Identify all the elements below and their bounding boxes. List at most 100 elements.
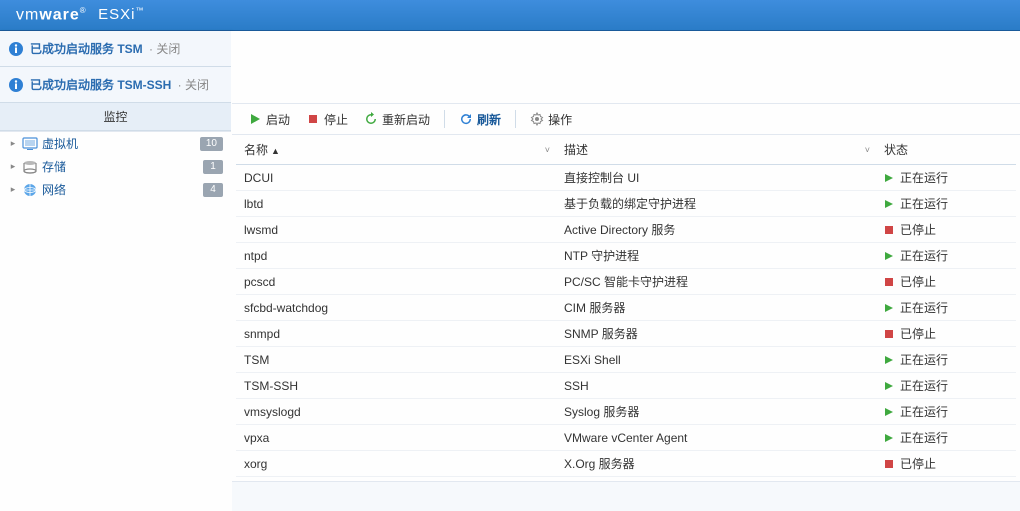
cell-name: sfcbd-watchdog	[236, 295, 556, 321]
count-badge: 1	[203, 160, 223, 174]
toolbar-separator	[444, 110, 445, 128]
toolbar-separator	[515, 110, 516, 128]
play-icon	[884, 173, 894, 183]
table-row[interactable]: lwsmdActive Directory 服务已停止	[236, 217, 1016, 243]
chevron-down-icon[interactable]: ˅	[865, 145, 870, 155]
cell-status: 已停止	[876, 217, 1016, 243]
cell-status: 正在运行	[876, 295, 1016, 321]
sidebar-item-vm[interactable]: ▸ 虚拟机 10	[0, 132, 231, 155]
cell-desc: 基于负载的绑定守护进程	[556, 191, 876, 217]
table-row[interactable]: snmpdSNMP 服务器已停止	[236, 321, 1016, 347]
storage-icon	[22, 159, 38, 175]
stop-icon	[306, 112, 320, 126]
play-icon	[884, 355, 894, 365]
cell-desc: X.Org 服务器	[556, 451, 876, 477]
notification-text: 已成功启动服务 TSM · 关闭	[30, 40, 180, 57]
sidebar-item-label: 存储	[42, 158, 203, 175]
cell-name: xorg	[236, 451, 556, 477]
cell-name: snmpd	[236, 321, 556, 347]
cell-desc: SSH	[556, 373, 876, 399]
start-button[interactable]: 启动	[242, 109, 296, 130]
info-icon	[8, 41, 24, 57]
cell-name: DCUI	[236, 165, 556, 191]
chevron-down-icon[interactable]: ˅	[545, 145, 550, 155]
cell-name: lbtd	[236, 191, 556, 217]
notification-banner[interactable]: 已成功启动服务 TSM-SSH · 关闭	[0, 67, 231, 103]
column-header-status[interactable]: 状态	[876, 135, 1016, 165]
sidebar-item-label: 网络	[42, 181, 203, 198]
cell-desc: Active Directory 服务	[556, 217, 876, 243]
table-row[interactable]: lbtd基于负载的绑定守护进程正在运行	[236, 191, 1016, 217]
restart-button[interactable]: 重新启动	[358, 109, 436, 130]
stop-button[interactable]: 停止	[300, 109, 354, 130]
count-badge: 4	[203, 183, 223, 197]
sidebar: 已成功启动服务 TSM · 关闭 已成功启动服务 TSM-SSH · 关闭 监控…	[0, 31, 232, 511]
brand-logo: vmware® ESXi™	[16, 6, 145, 24]
vm-icon	[22, 136, 38, 152]
section-header-monitor: 监控	[0, 103, 231, 131]
sidebar-item-label: 虚拟机	[42, 135, 200, 152]
restart-icon	[364, 112, 378, 126]
play-icon	[884, 381, 894, 391]
table-row[interactable]: sfcbd-watchdogCIM 服务器正在运行	[236, 295, 1016, 321]
cell-status: 正在运行	[876, 191, 1016, 217]
play-icon	[884, 303, 894, 313]
expand-icon[interactable]: ▸	[8, 139, 18, 149]
table-row[interactable]: pcscdPC/SC 智能卡守护进程已停止	[236, 269, 1016, 295]
column-header-desc[interactable]: 描述˅	[556, 135, 876, 165]
table-row[interactable]: TSMESXi Shell正在运行	[236, 347, 1016, 373]
sidebar-item-network[interactable]: ▸ 网络 4	[0, 178, 231, 201]
cell-desc: 直接控制台 UI	[556, 165, 876, 191]
table-row[interactable]: DCUI直接控制台 UI正在运行	[236, 165, 1016, 191]
notification-banner[interactable]: 已成功启动服务 TSM · 关闭	[0, 31, 231, 67]
table-row[interactable]: ntpdNTP 守护进程正在运行	[236, 243, 1016, 269]
toolbar: 启动 停止 重新启动 刷新 操作	[232, 103, 1020, 135]
cell-name: ntpd	[236, 243, 556, 269]
cell-name: vmsyslogd	[236, 399, 556, 425]
sort-asc-icon: ▲	[271, 146, 280, 156]
cell-status: 已停止	[876, 321, 1016, 347]
column-header-name[interactable]: 名称▲˅	[236, 135, 556, 165]
cell-desc: Syslog 服务器	[556, 399, 876, 425]
stop-icon	[884, 277, 894, 287]
play-icon	[884, 199, 894, 209]
cell-status: 已停止	[876, 269, 1016, 295]
cell-status: 正在运行	[876, 347, 1016, 373]
refresh-button[interactable]: 刷新	[453, 109, 507, 130]
play-icon	[884, 433, 894, 443]
table-row[interactable]: vpxaVMware vCenter Agent正在运行	[236, 425, 1016, 451]
table-row[interactable]: TSM-SSHSSH正在运行	[236, 373, 1016, 399]
notification-text: 已成功启动服务 TSM-SSH · 关闭	[30, 76, 209, 93]
cell-desc: VMware vCenter Agent	[556, 425, 876, 451]
cell-name: TSM-SSH	[236, 373, 556, 399]
expand-icon[interactable]: ▸	[8, 162, 18, 172]
play-icon	[884, 407, 894, 417]
cell-name: vpxa	[236, 425, 556, 451]
cell-desc: NTP 守护进程	[556, 243, 876, 269]
cell-name: lwsmd	[236, 217, 556, 243]
info-icon	[8, 77, 24, 93]
services-table-wrap: 名称▲˅ 描述˅ 状态 DCUI直接控制台 UI正在运行lbtd基于负载的绑定守…	[232, 135, 1020, 481]
count-badge: 10	[200, 137, 223, 151]
actions-button[interactable]: 操作	[524, 109, 578, 130]
expand-icon[interactable]: ▸	[8, 185, 18, 195]
cell-status: 正在运行	[876, 399, 1016, 425]
stop-icon	[884, 225, 894, 235]
refresh-icon	[459, 112, 473, 126]
stop-icon	[884, 459, 894, 469]
cell-name: TSM	[236, 347, 556, 373]
play-icon	[884, 251, 894, 261]
gear-icon	[530, 112, 544, 126]
cell-status: 正在运行	[876, 425, 1016, 451]
table-row[interactable]: xorgX.Org 服务器已停止	[236, 451, 1016, 477]
cell-status: 已停止	[876, 451, 1016, 477]
play-icon	[248, 112, 262, 126]
stop-icon	[884, 329, 894, 339]
cell-desc: PC/SC 智能卡守护进程	[556, 269, 876, 295]
cell-status: 正在运行	[876, 373, 1016, 399]
sidebar-item-storage[interactable]: ▸ 存储 1	[0, 155, 231, 178]
cell-name: pcscd	[236, 269, 556, 295]
cell-desc: ESXi Shell	[556, 347, 876, 373]
footer-strip	[232, 481, 1020, 511]
table-row[interactable]: vmsyslogdSyslog 服务器正在运行	[236, 399, 1016, 425]
